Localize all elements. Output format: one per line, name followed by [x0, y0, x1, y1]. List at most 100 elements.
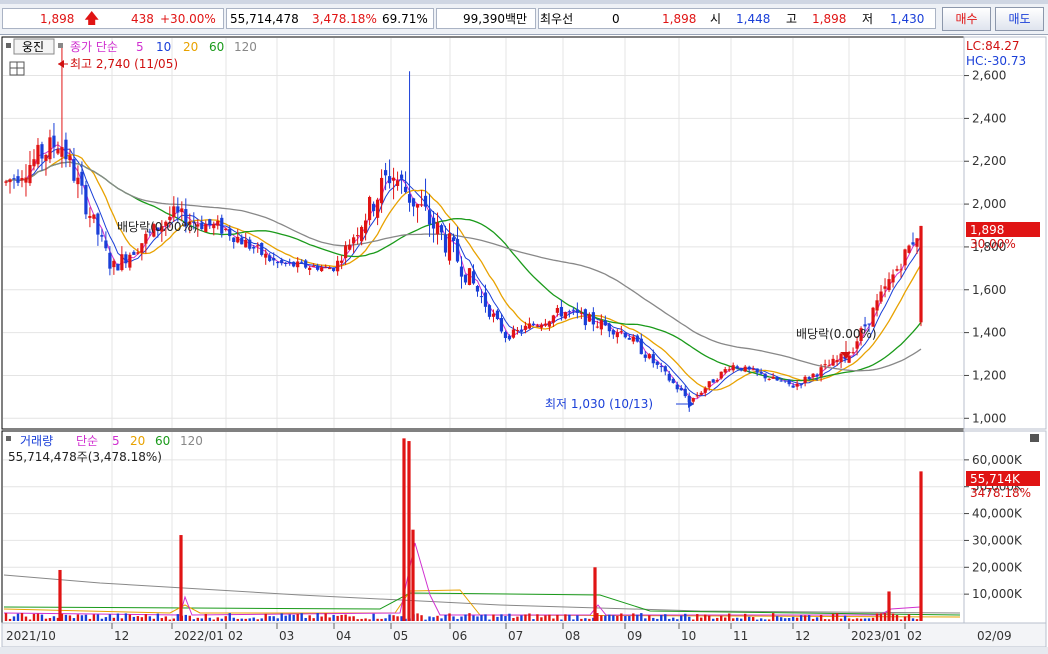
volume-bar: [304, 617, 307, 621]
volume-bar: [352, 616, 355, 621]
candle-body: [659, 366, 663, 368]
volume-panel-menu-icon[interactable]: [1030, 434, 1039, 442]
candle-body: [915, 238, 919, 247]
candle-body: [631, 336, 635, 342]
candle-body: [619, 331, 623, 333]
volume-bar: [560, 619, 563, 621]
candle-body: [895, 269, 899, 271]
date-tick-label: 11: [733, 629, 748, 643]
volume-bar: [712, 618, 715, 621]
candle-body: [112, 260, 116, 268]
candle-body: [8, 179, 12, 183]
volume-bar: [604, 615, 607, 621]
date-tick-label: 02/09: [977, 629, 1012, 643]
volume-tick-label: 20,000K: [972, 560, 1023, 574]
sell-button[interactable]: 매도: [995, 7, 1044, 31]
candle-body: [176, 206, 180, 213]
volume-bar: [867, 618, 871, 621]
stock-chart: 1,0001,2001,4001,6001,8002,0002,2002,400…: [0, 36, 1048, 654]
date-tick-label: 03: [279, 629, 294, 643]
candle-body: [691, 398, 695, 402]
volume-bar: [136, 616, 140, 621]
volume-bar: [720, 615, 723, 621]
volume-bar: [907, 614, 911, 621]
candle-body: [28, 165, 32, 184]
candle-body: [683, 388, 687, 397]
volume-bar: [12, 616, 16, 621]
volume-bar: [608, 614, 611, 621]
up-arrow-icon: 🡅: [84, 9, 100, 27]
volume-bar: [795, 617, 799, 621]
volume-bar: [256, 619, 259, 621]
volume-bar: [791, 616, 795, 621]
volume-bar: [172, 618, 176, 621]
candle-body: [312, 265, 316, 267]
volume-bar: [420, 615, 423, 621]
candle-body: [268, 255, 272, 261]
date-tick-label: 02: [907, 629, 922, 643]
bottom-scrollbar[interactable]: [0, 647, 1048, 654]
volume-bar: [372, 613, 375, 621]
candle-body: [583, 309, 587, 326]
volume-bar: [188, 615, 191, 621]
volume-bar: [184, 614, 188, 621]
candle-body: [84, 184, 88, 215]
candle-body: [288, 261, 292, 263]
buy-button[interactable]: 매수: [942, 7, 991, 31]
quote-bar: 1,898 🡅 438 +30.00% 55,714,478 3,478.18%…: [0, 0, 1048, 35]
volume-bar: [452, 616, 455, 621]
volume-bar: [240, 618, 243, 621]
candle-body: [639, 338, 643, 355]
candle-body: [515, 329, 520, 331]
candle-body: [531, 323, 536, 326]
candle-body: [12, 178, 16, 180]
candle-body: [455, 239, 460, 262]
collapse-icon[interactable]: [6, 436, 11, 441]
volume-bar: [428, 616, 431, 621]
volume-spike-bar: [179, 535, 183, 621]
date-tick-label: 12: [795, 629, 810, 643]
volume-bar: [763, 619, 767, 621]
volume-bar: [344, 614, 347, 621]
collapse-icon[interactable]: [6, 43, 11, 48]
candle-body: [443, 234, 448, 253]
price-change: 438: [131, 12, 154, 26]
candle-body: [507, 335, 512, 340]
volume-bar: [52, 616, 56, 621]
candle-body: [399, 174, 404, 179]
volume-bar: [787, 618, 791, 621]
price-tick-label: 2,200: [972, 154, 1006, 168]
candle-body: [368, 197, 372, 221]
date-tick-label: 10: [681, 629, 696, 643]
candle-body: [679, 388, 683, 391]
candle-body: [180, 208, 184, 213]
stock-name[interactable]: 웅진: [22, 40, 44, 54]
candle-body: [48, 137, 52, 160]
candle-body: [563, 312, 567, 319]
volume-bar: [16, 613, 20, 621]
candle-body: [332, 267, 336, 271]
volume-bar: [488, 619, 491, 621]
candle-body: [44, 154, 48, 161]
volume-bar: [672, 617, 675, 621]
volume-bar: [736, 617, 739, 621]
volume-bar: [364, 618, 367, 621]
volume-ratio: 3,478.18%: [312, 12, 377, 26]
candle-body: [276, 261, 280, 264]
volume-bar: [416, 613, 419, 621]
ma60-legend: 60: [209, 40, 224, 54]
candle-body: [104, 240, 108, 249]
candle-body: [328, 268, 332, 270]
volume-bar: [588, 618, 591, 621]
current-price: 1,898: [40, 12, 75, 26]
volume-bar: [564, 614, 567, 621]
volume-bar: [831, 613, 835, 621]
volume-bar: [552, 618, 555, 621]
candle-body: [759, 371, 763, 374]
volume-bar: [20, 613, 24, 621]
candle-body: [887, 279, 891, 291]
volume-bar: [464, 614, 467, 621]
volume-bar: [220, 618, 223, 621]
open-label: 시: [710, 12, 722, 26]
candle-body: [415, 204, 420, 208]
